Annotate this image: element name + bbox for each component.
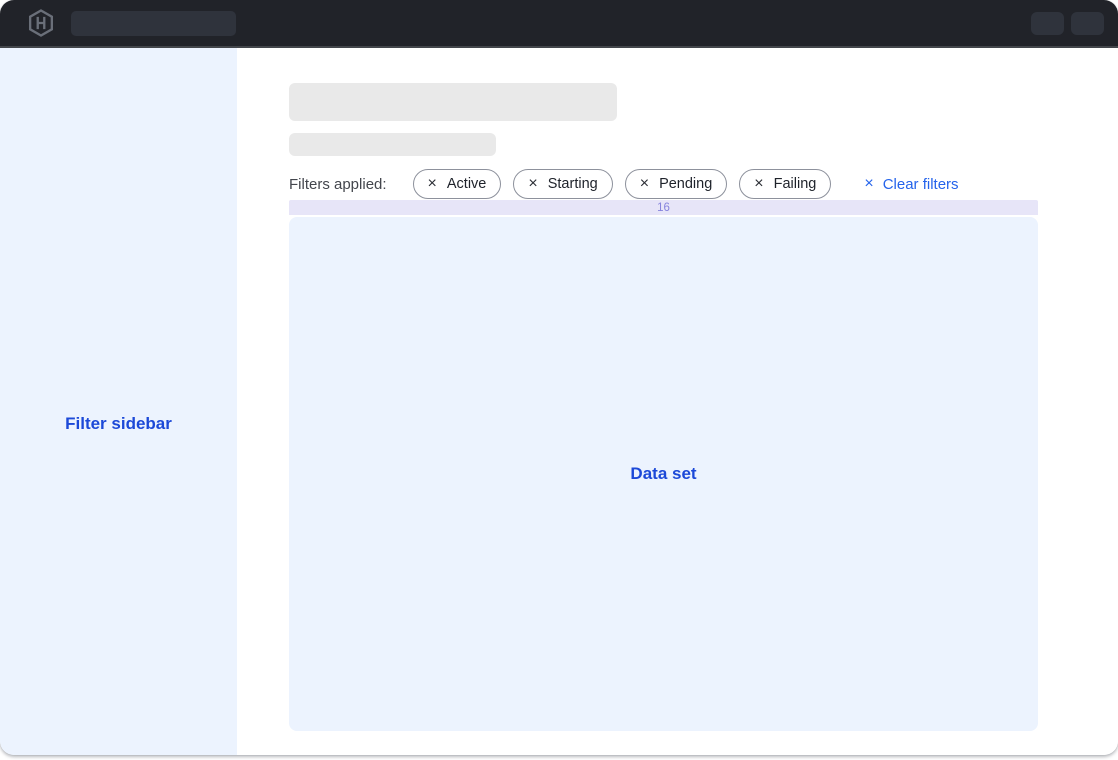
- data-set-panel: Data set: [289, 217, 1038, 731]
- close-icon[interactable]: ×: [640, 176, 649, 192]
- filter-chip-label: Failing: [774, 176, 817, 192]
- filter-chip-starting[interactable]: × Starting: [513, 169, 612, 199]
- top-nav-action-button-1[interactable]: [1031, 12, 1064, 35]
- close-icon[interactable]: ×: [428, 176, 437, 192]
- subtitle-placeholder: [289, 133, 496, 156]
- close-icon[interactable]: ×: [528, 176, 537, 192]
- clear-filters-link[interactable]: × Clear filters: [864, 176, 958, 193]
- hashicorp-logo-icon[interactable]: [27, 9, 55, 37]
- filter-chip-label: Pending: [659, 176, 712, 192]
- filter-chip-label: Starting: [548, 176, 598, 192]
- close-icon[interactable]: ×: [754, 176, 763, 192]
- close-icon: ×: [864, 176, 873, 192]
- filters-applied-label: Filters applied:: [289, 176, 387, 193]
- filter-sidebar: Filter sidebar: [0, 48, 237, 755]
- content-column: Filters applied: × Active × Starting × P…: [289, 83, 1038, 731]
- main-content: Filters applied: × Active × Starting × P…: [237, 48, 1118, 755]
- filter-chip-active[interactable]: × Active: [413, 169, 502, 199]
- title-placeholder: [289, 83, 617, 121]
- top-nav-bar: [0, 0, 1118, 48]
- top-nav-actions: [1031, 12, 1104, 35]
- search-input[interactable]: [71, 11, 236, 36]
- filter-chip-pending[interactable]: × Pending: [625, 169, 728, 199]
- top-nav-action-button-2[interactable]: [1071, 12, 1104, 35]
- result-count-value: 16: [657, 202, 670, 214]
- clear-filters-label: Clear filters: [883, 176, 959, 193]
- applied-filters-row: Filters applied: × Active × Starting × P…: [289, 169, 1038, 199]
- filter-chip-failing[interactable]: × Failing: [739, 169, 831, 199]
- filter-chip-label: Active: [447, 176, 487, 192]
- filter-sidebar-label: Filter sidebar: [65, 414, 172, 434]
- body-row: Filter sidebar Filters applied: × Active…: [0, 48, 1118, 755]
- app-window: Filter sidebar Filters applied: × Active…: [0, 0, 1118, 755]
- result-count-bar: 16: [289, 200, 1038, 215]
- data-set-label: Data set: [630, 464, 696, 484]
